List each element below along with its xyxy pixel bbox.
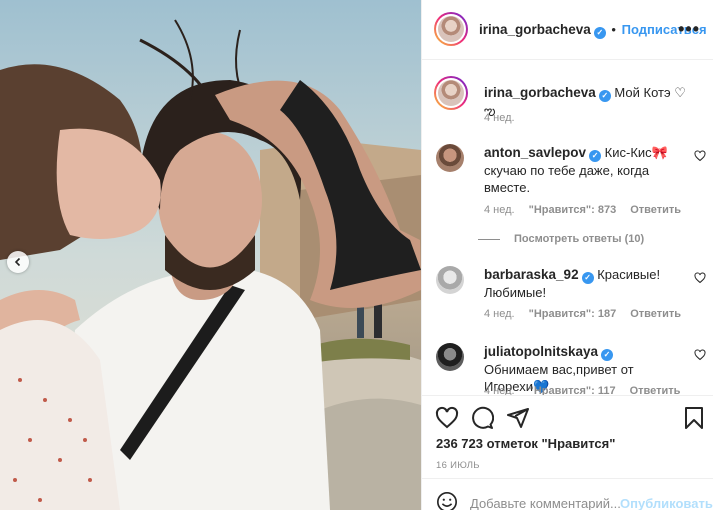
- reply-button[interactable]: Ответить: [630, 308, 681, 320]
- comment-likes[interactable]: "Нравится": 873: [529, 204, 617, 216]
- share-icon[interactable]: [506, 406, 530, 430]
- verified-badge-icon: ✓: [601, 348, 614, 361]
- commenter-avatar[interactable]: [436, 343, 464, 371]
- heart-icon[interactable]: [435, 406, 459, 430]
- verified-badge-icon: ✓: [581, 271, 594, 284]
- comment-age[interactable]: 4 нед.: [484, 204, 515, 216]
- comment-icon[interactable]: [470, 406, 494, 430]
- reply-button[interactable]: Ответить: [630, 385, 681, 395]
- comment-like-heart-icon[interactable]: [694, 150, 706, 162]
- post-side-panel: irina_gorbacheva ✓ • Подписаться ••• irin…: [421, 0, 713, 510]
- verified-badge-icon: ✓: [589, 149, 602, 162]
- post-header: irina_gorbacheva ✓ • Подписаться •••: [422, 0, 713, 60]
- comment-like-heart-icon[interactable]: [694, 272, 706, 284]
- more-options-icon[interactable]: •••: [678, 19, 700, 40]
- comment-age[interactable]: 4 нед.: [484, 385, 515, 395]
- author-username[interactable]: irina_gorbacheva: [479, 22, 591, 37]
- verified-badge-icon: ✓: [598, 89, 611, 102]
- comment-username[interactable]: barbaraska_92: [484, 267, 579, 282]
- publish-button[interactable]: Опубликовать: [620, 496, 713, 510]
- caption-username[interactable]: irina_gorbacheva: [484, 85, 596, 100]
- commenter-avatar[interactable]: [436, 144, 464, 172]
- photo-image: [0, 0, 421, 510]
- post-date[interactable]: 16 ИЮЛЬ: [436, 460, 480, 471]
- chevron-left-icon: [14, 257, 21, 267]
- verified-badge-icon: ✓: [593, 26, 606, 39]
- comments-list[interactable]: irina_gorbacheva ✓ Мой Котэ ♡ ఌ 4 нед. an…: [422, 61, 713, 395]
- smiley-icon[interactable]: [436, 491, 458, 510]
- add-comment-input[interactable]: Добавьте комментарий...: [470, 496, 621, 510]
- caption-age[interactable]: 4 нед.: [484, 112, 515, 124]
- comment-username[interactable]: anton_savlepov: [484, 145, 586, 160]
- view-replies-button[interactable]: Посмотреть ответы (10): [478, 233, 644, 245]
- commenter-avatar[interactable]: [436, 266, 464, 294]
- prev-photo-button[interactable]: [7, 251, 29, 273]
- replies-divider: [478, 238, 500, 240]
- comment-age[interactable]: 4 нед.: [484, 308, 515, 320]
- likes-count[interactable]: 236 723 отметок "Нравится": [436, 436, 615, 451]
- post-actions: 236 723 отметок "Нравится" 16 ИЮЛЬ: [422, 395, 713, 478]
- add-comment-bar: Добавьте комментарий... Опубликовать: [422, 478, 713, 510]
- separator-dot: •: [611, 22, 616, 37]
- comment-like-heart-icon[interactable]: [694, 349, 706, 361]
- author-avatar[interactable]: [434, 12, 468, 46]
- bookmark-icon[interactable]: [684, 406, 704, 430]
- caption-avatar[interactable]: [434, 76, 468, 110]
- post-photo[interactable]: [0, 0, 421, 510]
- view-replies-label[interactable]: Посмотреть ответы (10): [514, 233, 644, 245]
- reply-button[interactable]: Ответить: [630, 204, 681, 216]
- comment-likes[interactable]: "Нравится": 187: [529, 308, 617, 320]
- comment-username[interactable]: juliatopolnitskaya: [484, 344, 598, 359]
- comment-likes[interactable]: "Нравится": 117: [529, 385, 616, 395]
